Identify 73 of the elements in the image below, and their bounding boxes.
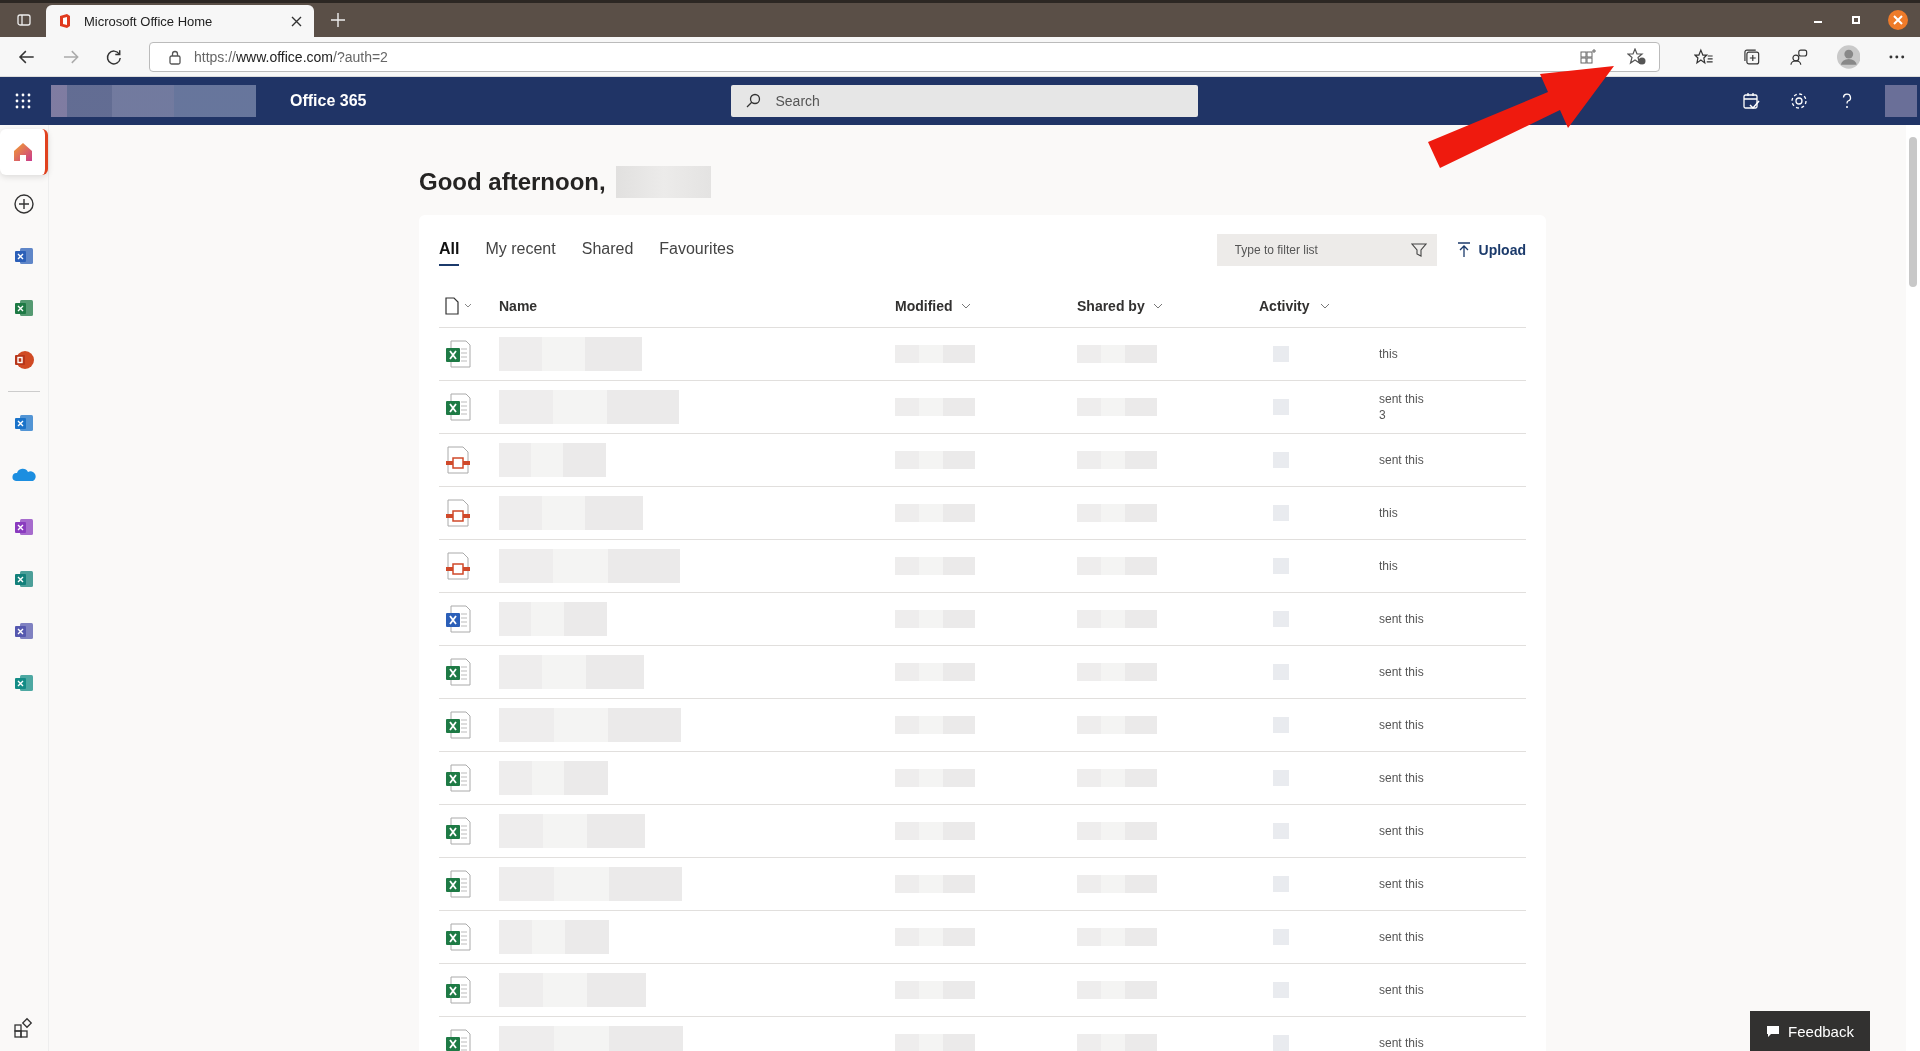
column-header[interactable]: Activity [1259,298,1310,314]
excel-file-icon [444,816,472,846]
close-icon[interactable] [291,15,302,27]
greeting: Good afternoon, [419,168,606,196]
document-file-icon [444,551,472,581]
filter-icon [1410,242,1427,258]
activity-text: this [1379,505,1398,521]
add-apps-icon[interactable] [13,1017,35,1039]
home-icon [11,141,34,163]
app-title[interactable]: Office 365 [290,92,367,110]
scrollbar-thumb[interactable] [1909,137,1917,287]
upload-button[interactable]: Upload [1456,242,1526,258]
activity-text: sent this [1379,717,1424,733]
excel-file-icon [444,657,472,687]
app-launcher-icon[interactable] [15,93,31,109]
activity-text: sent this [1379,611,1424,627]
cloud-icon [12,467,36,483]
calendar-check-icon[interactable] [1741,91,1761,111]
home-app-item[interactable] [0,129,48,175]
activity-text: sent this [1379,982,1424,998]
activity-text: sent this [1379,823,1424,839]
lock-icon [167,48,182,65]
extensions-icon[interactable] [1789,47,1809,66]
close-window-icon[interactable] [1888,10,1908,30]
chevron-down-icon[interactable] [1152,302,1163,310]
address-bar[interactable]: https://www.office.com/?auth=2 [148,41,1660,72]
search-field[interactable]: Search [731,85,1199,117]
activity-text: this [1379,558,1398,574]
profile-avatar-icon[interactable] [1836,44,1861,69]
activity-text: sent this [1379,391,1424,407]
excel-file-icon [444,392,472,422]
favorites-icon[interactable] [1693,47,1714,66]
new-tab-icon[interactable] [330,12,346,28]
browser-tab[interactable]: Microsoft Office Home [46,5,314,37]
chevron-down-icon[interactable] [1319,302,1330,310]
app-grid-add-icon[interactable] [1578,47,1597,66]
excel-file-icon [444,763,472,793]
activity-text: sent this [1379,664,1424,680]
activity-text: 3 [1379,407,1387,423]
activity-text: sent this [1379,452,1424,468]
activity-text: sent this [1379,1035,1424,1051]
excel-file-icon [444,869,472,899]
maximize-icon[interactable] [1850,14,1862,26]
refresh-icon[interactable] [105,47,123,66]
add-favorite-icon[interactable] [1626,47,1647,66]
document-file-icon [444,445,472,475]
chat-icon [1766,1024,1781,1038]
plus-circle-icon [13,193,35,215]
search-icon [745,93,762,109]
column-header[interactable]: Name [499,298,538,314]
chevron-down-icon[interactable] [960,302,971,310]
filter-tab[interactable]: All [439,234,460,266]
filter-tab[interactable]: My recent [485,234,556,266]
activity-text: sent this [1379,929,1424,945]
activity-text: sent this [1379,770,1424,786]
upload-icon [1456,242,1471,258]
column-header[interactable]: Shared by [1077,298,1145,314]
filter-tab[interactable]: Shared [581,234,634,266]
activity-text: this [1379,346,1398,362]
collections-icon[interactable] [1741,47,1762,66]
document-file-icon [444,498,472,528]
tab-actions-icon[interactable] [16,12,32,28]
excel-file-icon [444,710,472,740]
excel-file-icon [444,922,472,952]
settings-icon[interactable] [1789,91,1809,111]
feedback-button[interactable]: Feedback [1750,1011,1870,1051]
excel-file-icon [444,339,472,369]
column-header[interactable]: Modified [895,298,953,314]
filter-field[interactable]: Type to filter list [1216,234,1437,266]
excel-file-icon [444,975,472,1005]
activity-text: sent this [1379,876,1424,892]
filter-tab[interactable]: Favourites [659,234,734,266]
file-type-icon[interactable] [444,297,474,315]
